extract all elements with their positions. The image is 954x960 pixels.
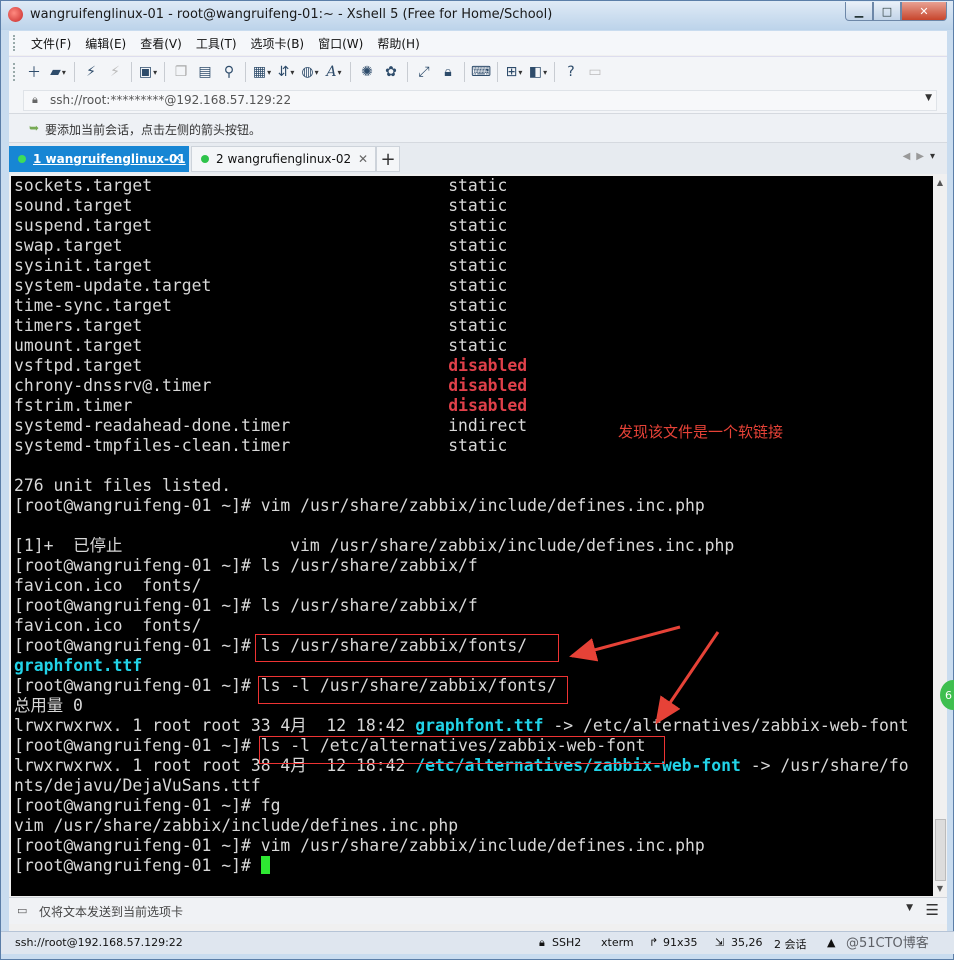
watermark: @51CTO博客 [846, 936, 929, 951]
annotation-arrows [569, 625, 720, 725]
